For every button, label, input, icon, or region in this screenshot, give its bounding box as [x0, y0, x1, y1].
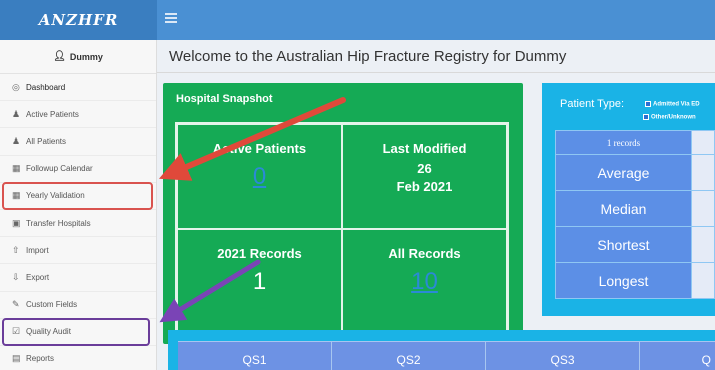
- edit-icon: ✎: [12, 299, 20, 310]
- last-modified-label: Last Modified: [382, 141, 467, 156]
- records-count-header: 1 records: [555, 130, 692, 155]
- table-row: Average: [555, 154, 715, 191]
- sidebar-item-label: Transfer Hospitals: [26, 218, 91, 228]
- sidebar-item-label: Active Patients: [26, 109, 79, 119]
- all-records-link[interactable]: 10: [343, 268, 506, 296]
- row-label-shortest: Shortest: [555, 226, 692, 263]
- sidebar-item-custom-fields[interactable]: ✎ Custom Fields: [0, 292, 156, 319]
- patient-type-panel: Patient Type: Admitted Via ED Other/Unkn…: [542, 83, 715, 316]
- last-modified-day: 26: [417, 161, 432, 176]
- menu-toggle-icon[interactable]: [165, 13, 177, 23]
- all-records-cell: All Records 10: [342, 228, 507, 333]
- records-2021-cell: 2021 Records 1: [177, 228, 342, 333]
- sidebar-item-dashboard[interactable]: ◎ Dashboard: [0, 74, 156, 102]
- qs2-header: QS2: [332, 342, 486, 370]
- app-logo[interactable]: ANZHFR: [0, 0, 157, 40]
- main-content: Welcome to the Australian Hip Fracture R…: [157, 40, 715, 370]
- last-modified-date: 26 Feb 2021: [343, 160, 506, 196]
- row-label-longest: Longest: [555, 262, 692, 299]
- active-patients-link[interactable]: 0: [178, 163, 341, 191]
- sidebar-item-followup-calendar[interactable]: ▦ Followup Calendar: [0, 156, 156, 183]
- sidebar-item-reports[interactable]: ▤ Reports: [0, 346, 156, 370]
- divider: [157, 72, 715, 73]
- admitted-via-ed-checkbox[interactable]: Admitted Via ED: [645, 101, 700, 108]
- table-cell: [691, 154, 715, 191]
- download-icon: ⇩: [12, 271, 20, 282]
- records-2021-value: 1: [252, 267, 267, 295]
- sidebar-item-label: Dashboard: [26, 82, 66, 92]
- quality-audit-highlight: [2, 318, 150, 346]
- calendar-icon: ▦: [12, 163, 21, 174]
- user-icon: ♟: [12, 108, 21, 119]
- user-icon: 👤︎: [53, 51, 66, 62]
- table-cell: [691, 262, 715, 299]
- table-cell: [691, 190, 715, 227]
- qs1-header: QS1: [178, 342, 332, 370]
- sidebar-item-import[interactable]: ⇧ Import: [0, 237, 156, 265]
- sidebar-item-label: Export: [26, 272, 50, 282]
- hospital-snapshot-panel: Hospital Snapshot Active Patients 0 Last…: [163, 83, 523, 344]
- user-panel: 👤︎ Dummy: [0, 40, 156, 74]
- page-title: Welcome to the Australian Hip Fracture R…: [169, 48, 567, 65]
- sidebar-item-label: Import: [26, 245, 49, 255]
- checkbox-label: Other/Unknown: [651, 114, 696, 121]
- upload-icon: ⇧: [12, 244, 20, 255]
- qs-header-row: QS1 QS2 QS3 Q: [178, 341, 715, 370]
- stats-table: 1 records Average Median Shortest Longes…: [555, 130, 715, 299]
- users-icon: ♟: [12, 135, 21, 146]
- qs4-header: Q: [701, 353, 711, 367]
- table-row: Shortest: [555, 226, 715, 263]
- active-patients-cell: Active Patients 0: [177, 124, 342, 229]
- table-row: Median: [555, 190, 715, 227]
- sidebar-item-all-patients[interactable]: ♟ All Patients: [0, 128, 156, 156]
- sidebar-item-label: All Patients: [26, 136, 67, 146]
- yearly-validation-highlight: [2, 182, 153, 210]
- sidebar-item-label: Followup Calendar: [26, 164, 93, 174]
- patient-type-label: Patient Type:: [560, 98, 625, 110]
- other-unknown-checkbox[interactable]: Other/Unknown: [643, 114, 696, 121]
- snapshot-grid: Active Patients 0 Last Modified 26 Feb 2…: [175, 122, 509, 335]
- table-row: Longest: [555, 262, 715, 299]
- checkbox-label: Admitted Via ED: [653, 101, 700, 108]
- dashboard-icon: ◎: [12, 81, 20, 92]
- chart-icon: ▤: [12, 353, 21, 364]
- sidebar-item-export[interactable]: ⇩ Export: [0, 264, 156, 292]
- hospital-icon: ▣: [12, 217, 21, 228]
- last-modified-cell: Last Modified 26 Feb 2021: [342, 124, 507, 229]
- all-records-label: All Records: [388, 245, 461, 261]
- table-cell: [691, 226, 715, 263]
- checkbox-icon: [645, 101, 651, 107]
- user-name: Dummy: [69, 51, 103, 62]
- active-patients-label: Active Patients: [212, 141, 307, 156]
- row-label-average: Average: [555, 154, 692, 191]
- checkbox-icon: [643, 114, 649, 120]
- table-header-row: 1 records: [555, 130, 715, 155]
- quality-standards-panel: QS1 QS2 QS3 Q: [168, 330, 715, 370]
- top-navbar: [157, 0, 715, 40]
- records-2021-label: 2021 Records: [217, 245, 302, 261]
- snapshot-title: Hospital Snapshot: [176, 93, 273, 105]
- sidebar-item-label: Reports: [26, 354, 55, 364]
- sidebar-item-transfer-hospitals[interactable]: ▣ Transfer Hospitals: [0, 210, 156, 238]
- row-label-median: Median: [555, 190, 692, 227]
- sidebar-item-active-patients[interactable]: ♟ Active Patients: [0, 101, 156, 129]
- qs3-header: QS3: [486, 342, 640, 370]
- last-modified-month-year: Feb 2021: [396, 179, 453, 194]
- sidebar-item-label: Custom Fields: [26, 300, 78, 310]
- table-cell: [691, 130, 715, 155]
